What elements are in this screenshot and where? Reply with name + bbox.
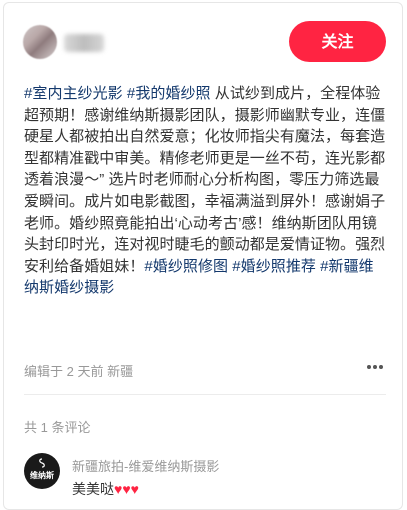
- heart-emoji-icon: ♥♥♥: [114, 481, 139, 497]
- post-text: 从试纱到成片，全程体验超预期！感谢维纳斯摄影团队，摄影师幽默专业，连僵硬星人都被…: [24, 85, 386, 275]
- comment-item: 维纳斯 新疆旅拍-维爱维纳斯摄影 美美哒♥♥♥: [24, 453, 388, 503]
- commenter-avatar-text: 维纳斯: [30, 471, 54, 480]
- logo-mark-icon: [39, 458, 45, 468]
- comment-body: 美美哒: [72, 481, 114, 497]
- author-name-blurred[interactable]: [64, 34, 104, 52]
- post-content: #室内主纱光影 #我的婚纱照 从试纱到成片，全程体验超预期！感谢维纳斯摄影团队，…: [24, 83, 388, 299]
- commenter-avatar[interactable]: 维纳斯: [24, 453, 60, 489]
- author-avatar[interactable]: [23, 25, 57, 59]
- comment-count: 共 1 条评论: [24, 420, 91, 435]
- follow-button[interactable]: 关注: [289, 21, 386, 62]
- hashtag-link[interactable]: #婚纱照推荐: [232, 258, 316, 275]
- hashtag-link[interactable]: #婚纱照修图: [144, 258, 228, 275]
- post-meta: 编辑于 2 天前 新疆: [24, 364, 134, 379]
- hashtag-link[interactable]: #我的婚纱照: [127, 85, 211, 102]
- commenter-name[interactable]: 新疆旅拍-维爱维纳斯摄影: [72, 456, 219, 475]
- hashtag-link[interactable]: #室内主纱光影: [24, 85, 123, 102]
- comment-text: 美美哒♥♥♥: [72, 479, 139, 499]
- divider: [24, 394, 386, 395]
- more-options-icon[interactable]: [364, 359, 386, 375]
- note-header: 关注: [4, 3, 402, 73]
- note-card: 关注 #室内主纱光影 #我的婚纱照 从试纱到成片，全程体验超预期！感谢维纳斯摄影…: [3, 2, 403, 510]
